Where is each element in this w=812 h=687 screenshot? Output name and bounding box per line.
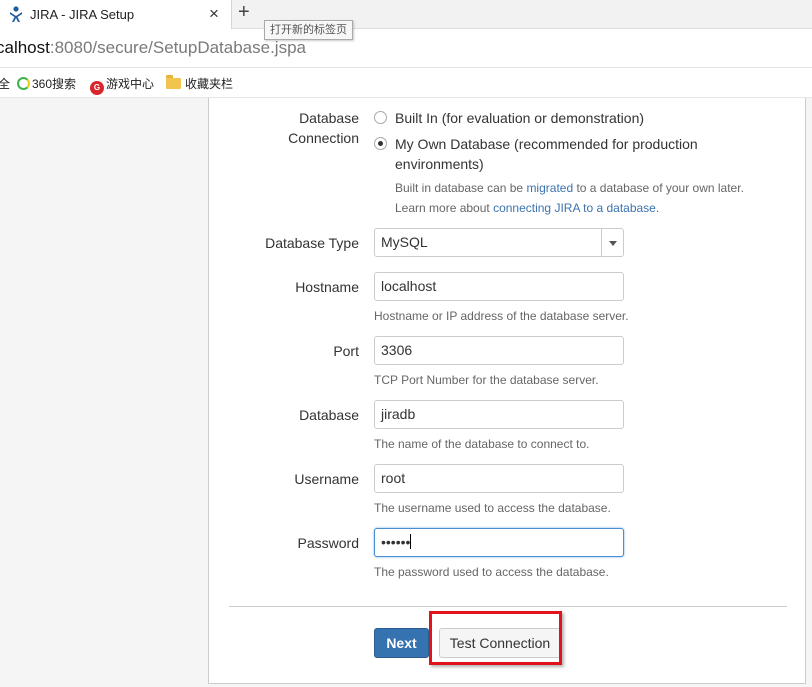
- setup-form-panel: Database Connection Built In (for evalua…: [208, 98, 806, 684]
- database-connection-label: Database Connection: [209, 108, 359, 148]
- game-center-icon: G: [90, 81, 104, 95]
- username-input[interactable]: root: [374, 464, 624, 493]
- builtin-database-option-label[interactable]: Built In (for evaluation or demonstratio…: [395, 108, 644, 128]
- hostname-label: Hostname: [295, 279, 359, 295]
- chevron-down-icon[interactable]: [601, 229, 623, 256]
- tab-title: JIRA - JIRA Setup: [30, 7, 135, 22]
- option-line: environments): [395, 156, 484, 172]
- migration-help-text: Built in database can be migrated to a d…: [395, 178, 744, 198]
- label-line: Database: [299, 110, 359, 126]
- builtin-database-radio[interactable]: [374, 111, 387, 124]
- own-database-radio[interactable]: [374, 137, 387, 150]
- database-name-help: The name of the database to connect to.: [374, 437, 590, 451]
- selected-value: MySQL: [381, 234, 428, 250]
- bookmark-favorites-bar[interactable]: 收藏夹栏: [166, 75, 233, 92]
- test-connection-button[interactable]: Test Connection: [439, 628, 561, 658]
- database-type-label: Database Type: [265, 235, 359, 251]
- bookmark-cut-item[interactable]: 全: [0, 75, 10, 92]
- learn-more-help-text: Learn more about connecting JIRA to a da…: [395, 198, 659, 218]
- browser-tab-bar: JIRA - JIRA Setup × +: [0, 0, 812, 29]
- url-text[interactable]: calhost:8080/secure/SetupDatabase.jspa: [0, 38, 306, 58]
- address-bar[interactable]: calhost:8080/secure/SetupDatabase.jspa: [0, 29, 812, 68]
- folder-icon: [166, 75, 181, 89]
- bookmark-360-search[interactable]: 360搜索: [17, 75, 76, 92]
- help-text: Built in database can be: [395, 181, 527, 195]
- port-input[interactable]: 3306: [374, 336, 624, 365]
- hostname-help: Hostname or IP address of the database s…: [374, 309, 629, 323]
- connecting-jira-link[interactable]: connecting JIRA to a database: [493, 201, 656, 215]
- jira-logo-icon: [8, 6, 24, 23]
- database-type-select[interactable]: MySQL: [374, 228, 624, 257]
- bookmarks-bar: 全 360搜索 G 游戏中心 收藏夹栏: [0, 68, 812, 98]
- bookmark-label: 游戏中心: [106, 77, 155, 91]
- username-label: Username: [294, 471, 359, 487]
- form-divider: [229, 606, 787, 607]
- password-help: The password used to access the database…: [374, 565, 609, 579]
- new-tab-plus-icon[interactable]: +: [238, 1, 250, 24]
- label-line: Connection: [288, 130, 359, 146]
- port-help: TCP Port Number for the database server.: [374, 373, 599, 387]
- username-help: The username used to access the database…: [374, 501, 611, 515]
- password-mask: ••••••: [381, 534, 411, 550]
- migrated-link[interactable]: migrated: [526, 181, 573, 195]
- own-database-option-label[interactable]: My Own Database (recommended for product…: [395, 134, 698, 174]
- port-label: Port: [333, 343, 359, 359]
- password-input[interactable]: ••••••: [374, 528, 624, 557]
- 360-logo-icon: [17, 77, 30, 90]
- help-text: .: [655, 201, 660, 215]
- bookmark-label: 360搜索: [32, 77, 77, 91]
- option-line: My Own Database (recommended for product…: [395, 136, 698, 152]
- new-tab-tooltip: 打开新的标签页: [264, 20, 353, 40]
- url-host: calhost: [0, 38, 50, 57]
- database-name-input[interactable]: jiradb: [374, 400, 624, 429]
- text-caret: [410, 534, 412, 549]
- hostname-input[interactable]: localhost: [374, 272, 624, 301]
- page-content: Database Connection Built In (for evalua…: [0, 98, 812, 687]
- help-text: to a database of your own later.: [573, 181, 744, 195]
- browser-tab-jira[interactable]: JIRA - JIRA Setup ×: [0, 0, 232, 29]
- bookmark-game-center[interactable]: G 游戏中心: [90, 75, 154, 95]
- next-button[interactable]: Next: [374, 628, 429, 658]
- bookmark-label: 收藏夹栏: [185, 77, 234, 91]
- close-tab-icon[interactable]: ×: [209, 4, 219, 24]
- help-text: Learn more about: [395, 201, 494, 215]
- password-label: Password: [297, 535, 359, 551]
- database-name-label: Database: [299, 407, 359, 423]
- url-path: :8080/secure/SetupDatabase.jspa: [49, 38, 306, 57]
